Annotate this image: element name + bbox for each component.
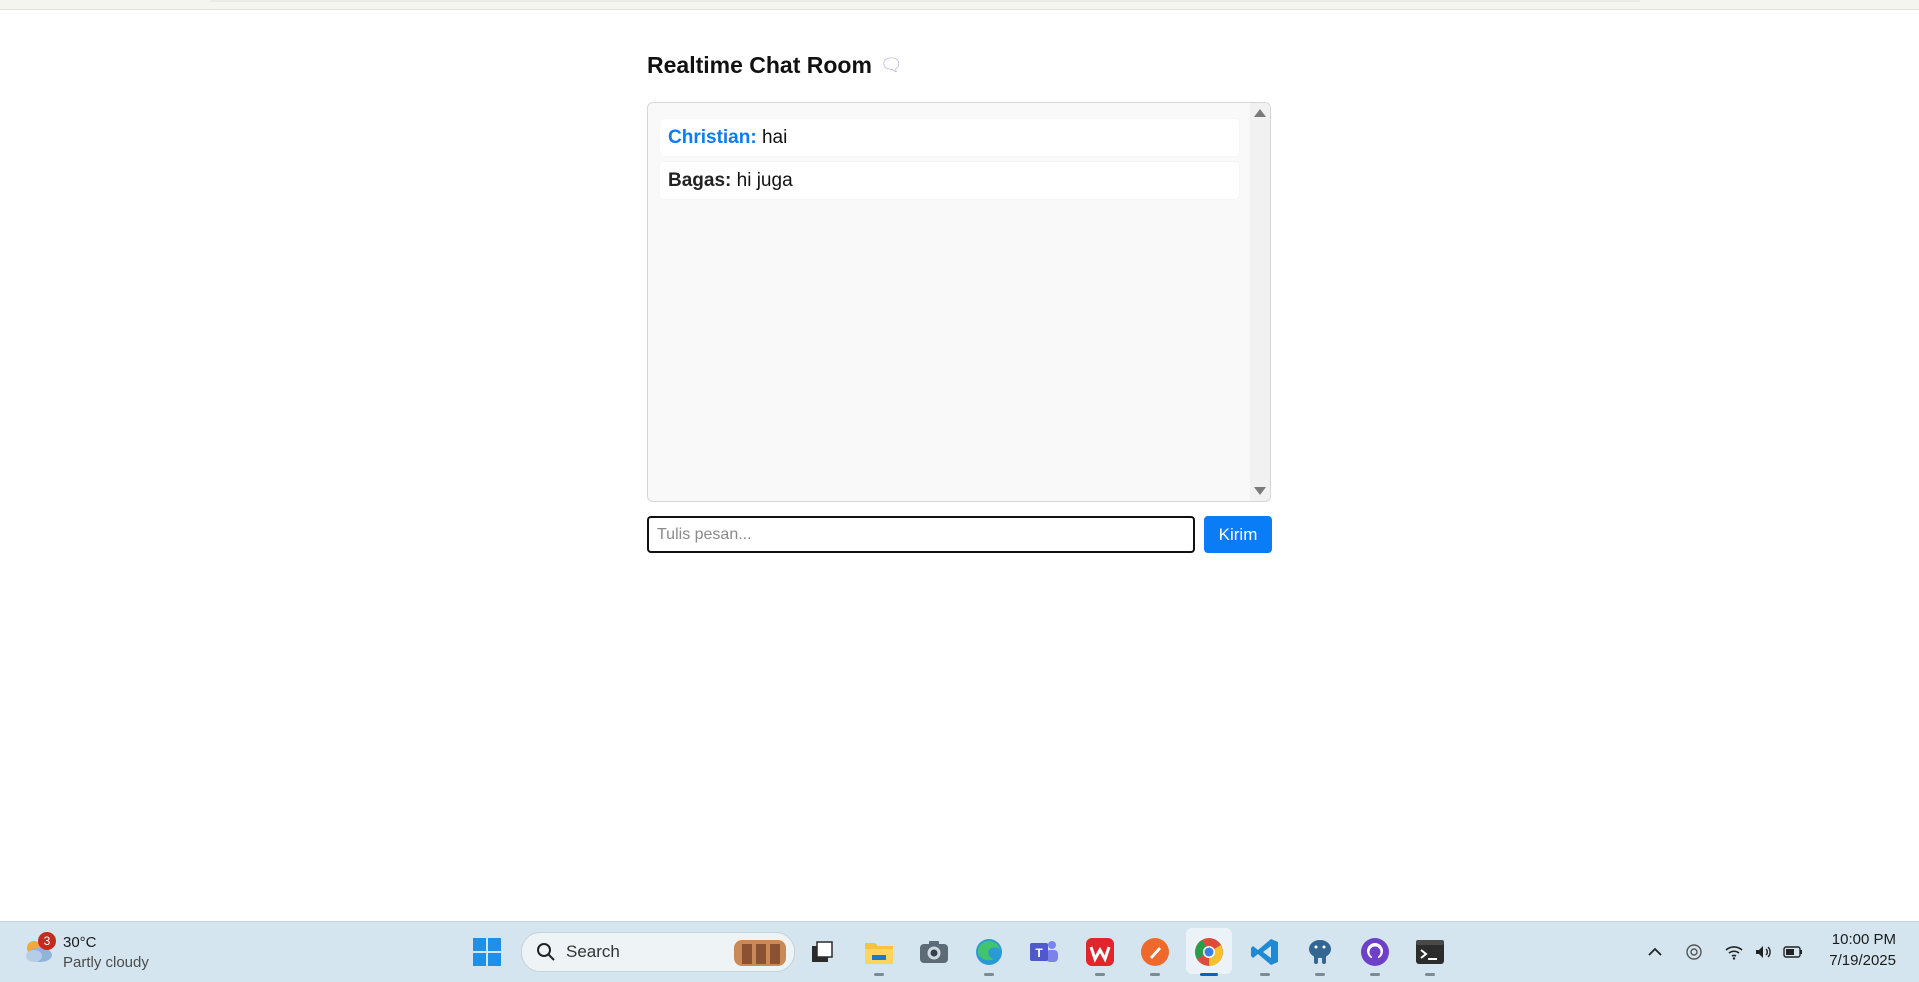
running-indicator (1260, 973, 1270, 976)
camera-icon[interactable] (918, 936, 950, 968)
running-indicator (1150, 973, 1160, 976)
battery-icon[interactable] (1783, 942, 1803, 962)
wps-office-icon[interactable] (1084, 936, 1116, 976)
clock-date[interactable]: 7/19/2025 (1829, 952, 1896, 969)
search-highlight-image-icon (734, 940, 786, 966)
teams-icon[interactable]: T (1028, 936, 1060, 968)
notification-badge: 3 (38, 932, 56, 950)
postgresql-icon[interactable] (1304, 936, 1336, 976)
chevron-up-icon[interactable] (1645, 942, 1665, 962)
taskbar: 3 30°C Partly cloudy Search T 10:00 PM 7… (0, 921, 1919, 982)
vscode-icon[interactable] (1249, 936, 1281, 976)
send-button[interactable]: Kirim (1204, 516, 1272, 553)
file-explorer-icon[interactable] (863, 936, 895, 976)
chat-scrollbar[interactable] (1250, 103, 1270, 501)
chat-message: Bagas: hi juga (660, 162, 1239, 199)
clock-time[interactable]: 10:00 PM (1832, 931, 1896, 948)
terminal-icon[interactable] (1414, 936, 1446, 976)
taskbar-search-box[interactable]: Search (521, 932, 795, 972)
message-text: hi juga (736, 170, 793, 191)
message-input[interactable] (647, 516, 1195, 553)
scroll-up-arrow-icon[interactable] (1254, 109, 1266, 117)
chrome-icon[interactable] (1193, 936, 1225, 976)
message-sender: Christian: (668, 127, 757, 148)
browser-top-shade (210, 0, 1640, 2)
edge-icon[interactable] (973, 936, 1005, 976)
github-desktop-icon[interactable] (1359, 936, 1391, 976)
page-title: Realtime Chat Room 🗨 (647, 51, 903, 79)
page-title-text: Realtime Chat Room (647, 52, 872, 78)
location-icon[interactable] (1684, 942, 1704, 962)
volume-icon[interactable] (1753, 942, 1773, 962)
chat-message: Christian: hai (660, 119, 1239, 156)
search-label: Search (566, 942, 620, 961)
weather-temperature: 30°C (63, 934, 97, 951)
svg-text:T: T (1035, 946, 1043, 960)
browser-top-edge (0, 0, 1919, 10)
running-indicator (984, 973, 994, 976)
postman-icon[interactable] (1139, 936, 1171, 976)
active-indicator (1200, 973, 1218, 976)
scroll-down-arrow-icon[interactable] (1254, 487, 1266, 495)
message-sender: Bagas: (668, 170, 732, 191)
task-view-icon[interactable] (806, 936, 838, 968)
running-indicator (1095, 973, 1105, 976)
windows-start-icon[interactable] (471, 936, 503, 968)
running-indicator (1370, 973, 1380, 976)
running-indicator (1425, 973, 1435, 976)
running-indicator (1315, 973, 1325, 976)
weather-widget[interactable]: 3 30°C Partly cloudy (22, 932, 162, 972)
chat-message-list: Christian: hai Bagas: hi juga (660, 119, 1239, 205)
windows-logo-icon (473, 938, 501, 966)
wifi-icon[interactable] (1724, 942, 1744, 962)
search-icon (537, 943, 555, 961)
weather-condition: Partly cloudy (63, 954, 149, 971)
message-text: hai (761, 127, 788, 148)
speech-bubble-icon: 🗨 (879, 55, 903, 75)
chat-message-box[interactable]: Christian: hai Bagas: hi juga (647, 102, 1271, 502)
running-indicator (874, 973, 884, 976)
